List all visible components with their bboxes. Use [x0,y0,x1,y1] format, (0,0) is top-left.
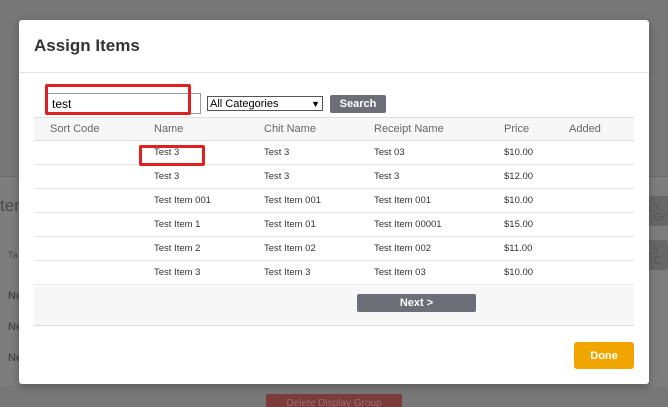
header-price[interactable]: Price [504,123,569,135]
cell-price: $12.00 [504,171,534,182]
header-sort-code[interactable]: Sort Code [34,123,154,135]
cell-chit-name: Test Item 3 [264,267,311,278]
cell-name: Test Item 2 [154,243,201,254]
cell-price: $15.00 [504,219,534,230]
category-select[interactable]: All Categories ▼ [207,96,323,111]
items-table: Sort Code Name Chit Name Receipt Name Pr… [34,117,634,285]
chevron-down-icon: ▼ [311,98,320,109]
cell-price: $10.00 [504,147,534,158]
assign-items-modal: Assign Items All Categories ▼ Search Sor… [19,20,649,384]
cell-receipt-name: Test Item 03 [374,267,426,278]
cell-chit-name: Test Item 001 [264,195,322,206]
cell-name: Test 3 [154,147,180,158]
modal-title: Assign Items [34,36,140,55]
table-row[interactable]: Test 3 Test 3 Test 3 $12.00 [34,165,634,189]
background-side-button: y C [648,240,668,270]
cell-name: Test 3 [154,171,180,182]
cell-name: Test Item 1 [154,219,201,230]
cell-chit-name: Test Item 02 [264,243,316,254]
modal-header: Assign Items [19,20,649,73]
cell-price: $11.00 [504,243,533,254]
table-row[interactable]: Test Item 1 Test Item 01 Test Item 00001… [34,213,634,237]
search-bar: All Categories ▼ Search [46,93,386,114]
search-input-wrapper [46,93,201,114]
category-select-value: All Categories [210,97,279,110]
done-button[interactable]: Done [574,342,634,369]
next-page-button[interactable]: Next > [357,294,476,312]
table-row[interactable]: Test Item 001 Test Item 001 Test Item 00… [34,189,634,213]
cell-chit-name: Test 3 [264,171,290,182]
cell-chit-name: Test 3 [264,147,290,158]
header-receipt-name[interactable]: Receipt Name [374,123,504,135]
cell-receipt-name: Test Item 00001 [374,219,442,230]
cell-name: Test Item 001 [154,195,212,206]
cell-receipt-name: Test 3 [374,171,400,182]
search-input[interactable] [47,94,200,113]
header-name[interactable]: Name [154,123,264,135]
header-chit-name[interactable]: Chit Name [264,123,374,135]
search-button[interactable]: Search [330,94,386,113]
cell-receipt-name: Test Item 002 [374,243,432,254]
table-header: Sort Code Name Chit Name Receipt Name Pr… [34,117,634,141]
cell-receipt-name: Test Item 001 [374,195,432,206]
background-side-button: y Gr [648,196,668,226]
table-row[interactable]: Test Item 2 Test Item 02 Test Item 002 $… [34,237,634,261]
cell-price: $10.00 [504,267,534,278]
table-row[interactable]: Test 3 Test 3 Test 03 $10.00 [34,141,634,165]
cell-price: $10.00 [504,195,534,206]
header-added[interactable]: Added [569,123,634,135]
table-row[interactable]: Test Item 3 Test Item 3 Test Item 03 $10… [34,261,634,285]
cell-receipt-name: Test 03 [374,147,405,158]
pagination-bar: Next > [34,286,634,326]
delete-display-group-button: Delete Display Group [266,394,402,407]
background-label: Ta [8,250,18,260]
cell-name: Test Item 3 [154,267,201,278]
cell-chit-name: Test Item 01 [264,219,316,230]
